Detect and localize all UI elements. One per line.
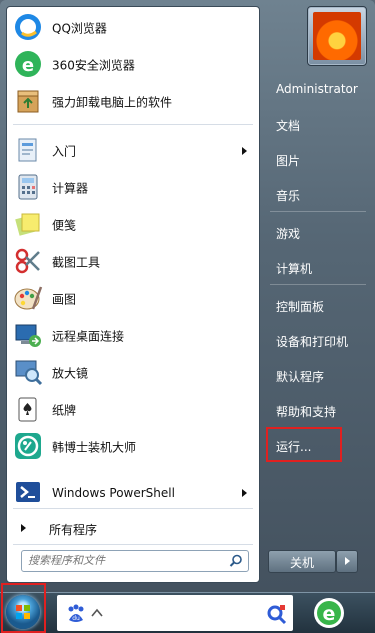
shutdown-options-button[interactable]: [336, 550, 358, 573]
search-input[interactable]: [28, 553, 218, 568]
solitaire-icon: [18, 397, 37, 422]
program-paint[interactable]: 画图: [7, 281, 259, 317]
search-icon[interactable]: [229, 554, 243, 568]
program-label: 放大镜: [52, 366, 89, 381]
link-label: 计算机: [276, 262, 313, 276]
svg-text:e: e: [22, 55, 34, 76]
taskbar: du e: [0, 583, 375, 633]
link-label: 默认程序: [276, 370, 325, 384]
baidu-paw-icon: du: [68, 604, 84, 622]
separator: [13, 508, 253, 509]
program-magnifier[interactable]: 放大镜: [7, 355, 259, 391]
link-label: 控制面板: [276, 300, 325, 314]
flower-avatar-icon: [313, 12, 361, 60]
chevron-up-icon[interactable]: [91, 608, 103, 617]
link-label: 音乐: [276, 189, 301, 203]
program-label: 纸牌: [52, 403, 77, 418]
program-label: Windows PowerShell: [52, 486, 175, 500]
uninstaller-icon: [17, 90, 39, 113]
shutdown-button[interactable]: 关机: [268, 550, 336, 573]
separator: [13, 124, 253, 125]
taskbar-360-browser-icon[interactable]: e: [312, 596, 346, 630]
program-powershell[interactable]: Windows PowerShell: [7, 475, 259, 511]
program-label: 截图工具: [52, 255, 101, 270]
program-snipping-tool[interactable]: 截图工具: [7, 244, 259, 280]
start-menu: QQ浏览器 e 360安全浏览器 强力卸载电脑上的软件 入门 计算器 便笺 截图…: [0, 0, 375, 592]
link-help-support[interactable]: 帮助和支持: [270, 398, 366, 422]
sticky-notes-icon: [15, 213, 40, 236]
search-box[interactable]: [21, 550, 249, 572]
link-devices-printers[interactable]: 设备和打印机: [270, 328, 366, 352]
chevron-right-icon: [345, 557, 350, 565]
getting-started-icon: [18, 138, 37, 162]
program-label: 远程桌面连接: [52, 329, 125, 344]
program-label: QQ浏览器: [52, 21, 107, 36]
link-pictures[interactable]: 图片: [270, 147, 366, 171]
link-label: 游戏: [276, 227, 301, 241]
all-programs-button[interactable]: 所有程序: [7, 513, 259, 543]
paint-icon: [14, 286, 43, 310]
magnifier-icon: [15, 360, 43, 386]
user-picture[interactable]: [307, 6, 367, 66]
svg-text:e: e: [323, 603, 336, 625]
powershell-icon: [16, 482, 40, 502]
separator: [270, 284, 366, 285]
program-sticky-notes[interactable]: 便笺: [7, 207, 259, 243]
remote-desktop-icon: [15, 324, 41, 347]
submenu-arrow-icon: [242, 147, 247, 155]
program-360-browser[interactable]: e 360安全浏览器: [7, 47, 259, 83]
link-default-programs[interactable]: 默认程序: [270, 363, 366, 387]
program-label: 入门: [52, 144, 77, 159]
separator: [270, 211, 366, 212]
link-control-panel[interactable]: 控制面板: [270, 293, 366, 317]
link-label: 图片: [276, 154, 301, 168]
link-administrator[interactable]: Administrator: [270, 77, 366, 101]
search-icon[interactable]: [265, 603, 287, 625]
separator: [13, 544, 253, 545]
svg-text:du: du: [72, 615, 80, 622]
program-hanboshi[interactable]: 韩博士装机大师: [7, 429, 259, 465]
shutdown-label: 关机: [289, 556, 314, 570]
program-label: 韩博士装机大师: [52, 440, 137, 455]
link-computer[interactable]: 计算机: [270, 255, 366, 279]
program-label: 计算器: [52, 181, 89, 196]
program-getting-started[interactable]: 入门: [7, 133, 259, 169]
program-uninstaller[interactable]: 强力卸载电脑上的软件: [7, 84, 259, 120]
program-label: 强力卸载电脑上的软件: [52, 95, 173, 110]
qq-browser-icon: [15, 14, 41, 40]
all-programs-label: 所有程序: [49, 523, 98, 537]
snipping-tool-icon: [15, 248, 40, 274]
link-label: 文档: [276, 119, 301, 133]
program-calculator[interactable]: 计算器: [7, 170, 259, 206]
link-label: 设备和打印机: [276, 335, 349, 349]
hanboshi-icon: [15, 433, 41, 459]
calculator-icon: [18, 174, 38, 200]
program-qq-browser[interactable]: QQ浏览器: [7, 10, 259, 46]
taskbar-app-baidu[interactable]: du: [57, 595, 293, 631]
program-label: 360安全浏览器: [52, 58, 135, 73]
run-highlight-box: [266, 427, 342, 462]
program-solitaire[interactable]: 纸牌: [7, 392, 259, 428]
360-browser-icon: e: [15, 51, 41, 77]
program-remote-desktop[interactable]: 远程桌面连接: [7, 318, 259, 354]
programs-pane: QQ浏览器 e 360安全浏览器 强力卸载电脑上的软件 入门 计算器 便笺 截图…: [6, 6, 260, 583]
start-highlight-box: [1, 583, 46, 633]
program-label: 画图: [52, 292, 77, 307]
link-documents[interactable]: 文档: [270, 112, 366, 136]
link-games[interactable]: 游戏: [270, 220, 366, 244]
link-label: Administrator: [276, 82, 358, 96]
submenu-arrow-icon: [242, 489, 247, 497]
submenu-arrow-icon: [21, 524, 26, 532]
program-label: 便笺: [52, 218, 77, 233]
link-music[interactable]: 音乐: [270, 182, 366, 206]
link-label: 帮助和支持: [276, 405, 337, 419]
